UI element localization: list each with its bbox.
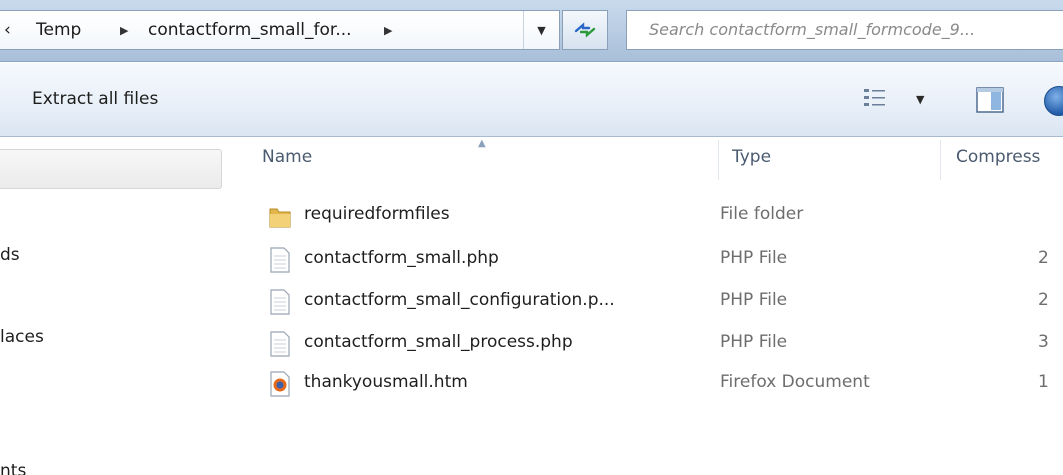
extract-all-files-button[interactable]: Extract all files <box>32 89 158 109</box>
file-type: PHP File <box>720 332 788 352</box>
file-size: 2 <box>1038 290 1049 310</box>
file-name: contactform_small_process.php <box>304 332 573 352</box>
nav-item-downloads[interactable]: ds <box>0 245 20 265</box>
command-bar: Extract all files ▼ <box>0 62 1063 137</box>
preview-pane-icon[interactable] <box>976 87 1004 113</box>
file-row[interactable]: contactform_small.php PHP File 2 <box>258 242 1063 278</box>
file-name: thankyousmall.htm <box>304 372 468 392</box>
nav-selected-item[interactable] <box>0 149 222 189</box>
breadcrumb-chevron-icon[interactable]: ▶ <box>120 24 128 37</box>
file-row[interactable]: thankyousmall.htm Firefox Document 1 <box>258 366 1063 402</box>
search-placeholder: Search contactform_small_formcode_9... <box>649 20 976 39</box>
breadcrumb-temp[interactable]: Temp <box>36 20 81 40</box>
file-type: File folder <box>720 204 804 224</box>
file-type: Firefox Document <box>720 372 870 392</box>
nav-item-documents[interactable]: nts <box>0 461 26 475</box>
firefox-icon <box>270 371 290 397</box>
address-box[interactable]: ‹ Temp ▶ contactform_small_for... ▶ ▼ <box>0 10 560 50</box>
file-row[interactable]: contactform_small_process.php PHP File 3 <box>258 326 1063 362</box>
column-header-type[interactable]: Type <box>732 147 771 167</box>
file-type: PHP File <box>720 290 788 310</box>
document-icon <box>270 289 290 315</box>
file-type: PHP File <box>720 248 788 268</box>
search-input[interactable]: Search contactform_small_formcode_9... <box>626 10 1063 50</box>
column-divider[interactable] <box>940 140 941 180</box>
views-dropdown-icon[interactable]: ▼ <box>916 93 924 106</box>
nav-item-recent-places[interactable]: laces <box>0 327 44 347</box>
sort-ascending-icon: ▲ <box>478 138 486 149</box>
file-name: contactform_small.php <box>304 248 499 268</box>
refresh-button[interactable] <box>562 10 608 50</box>
file-size: 1 <box>1038 372 1049 392</box>
folder-icon <box>269 208 291 228</box>
file-name: contactform_small_configuration.p... <box>304 290 615 310</box>
breadcrumb-overflow[interactable]: ‹ <box>4 20 11 40</box>
file-size: 3 <box>1038 332 1049 352</box>
column-header-compressed-size[interactable]: Compress <box>956 147 1040 167</box>
refresh-icon <box>574 22 596 38</box>
breadcrumb-current-folder[interactable]: contactform_small_for... <box>148 20 352 40</box>
column-divider[interactable] <box>718 140 719 180</box>
views-icon[interactable] <box>862 87 888 109</box>
navigation-pane: ds laces nts <box>0 137 238 475</box>
address-bar-region: ‹ Temp ▶ contactform_small_for... ▶ ▼ Se… <box>0 0 1063 62</box>
breadcrumb-chevron-icon[interactable]: ▶ <box>384 24 392 37</box>
help-icon[interactable] <box>1044 86 1063 116</box>
file-row[interactable]: requiredformfiles File folder <box>258 198 1063 234</box>
file-name: requiredformfiles <box>304 204 450 224</box>
chevron-down-icon: ▼ <box>537 23 546 37</box>
file-row[interactable]: contactform_small_configuration.p... PHP… <box>258 284 1063 320</box>
document-icon <box>270 247 290 273</box>
document-icon <box>270 331 290 357</box>
address-dropdown-button[interactable]: ▼ <box>523 11 559 49</box>
column-header-name[interactable]: Name <box>262 147 312 167</box>
file-size: 2 <box>1038 248 1049 268</box>
